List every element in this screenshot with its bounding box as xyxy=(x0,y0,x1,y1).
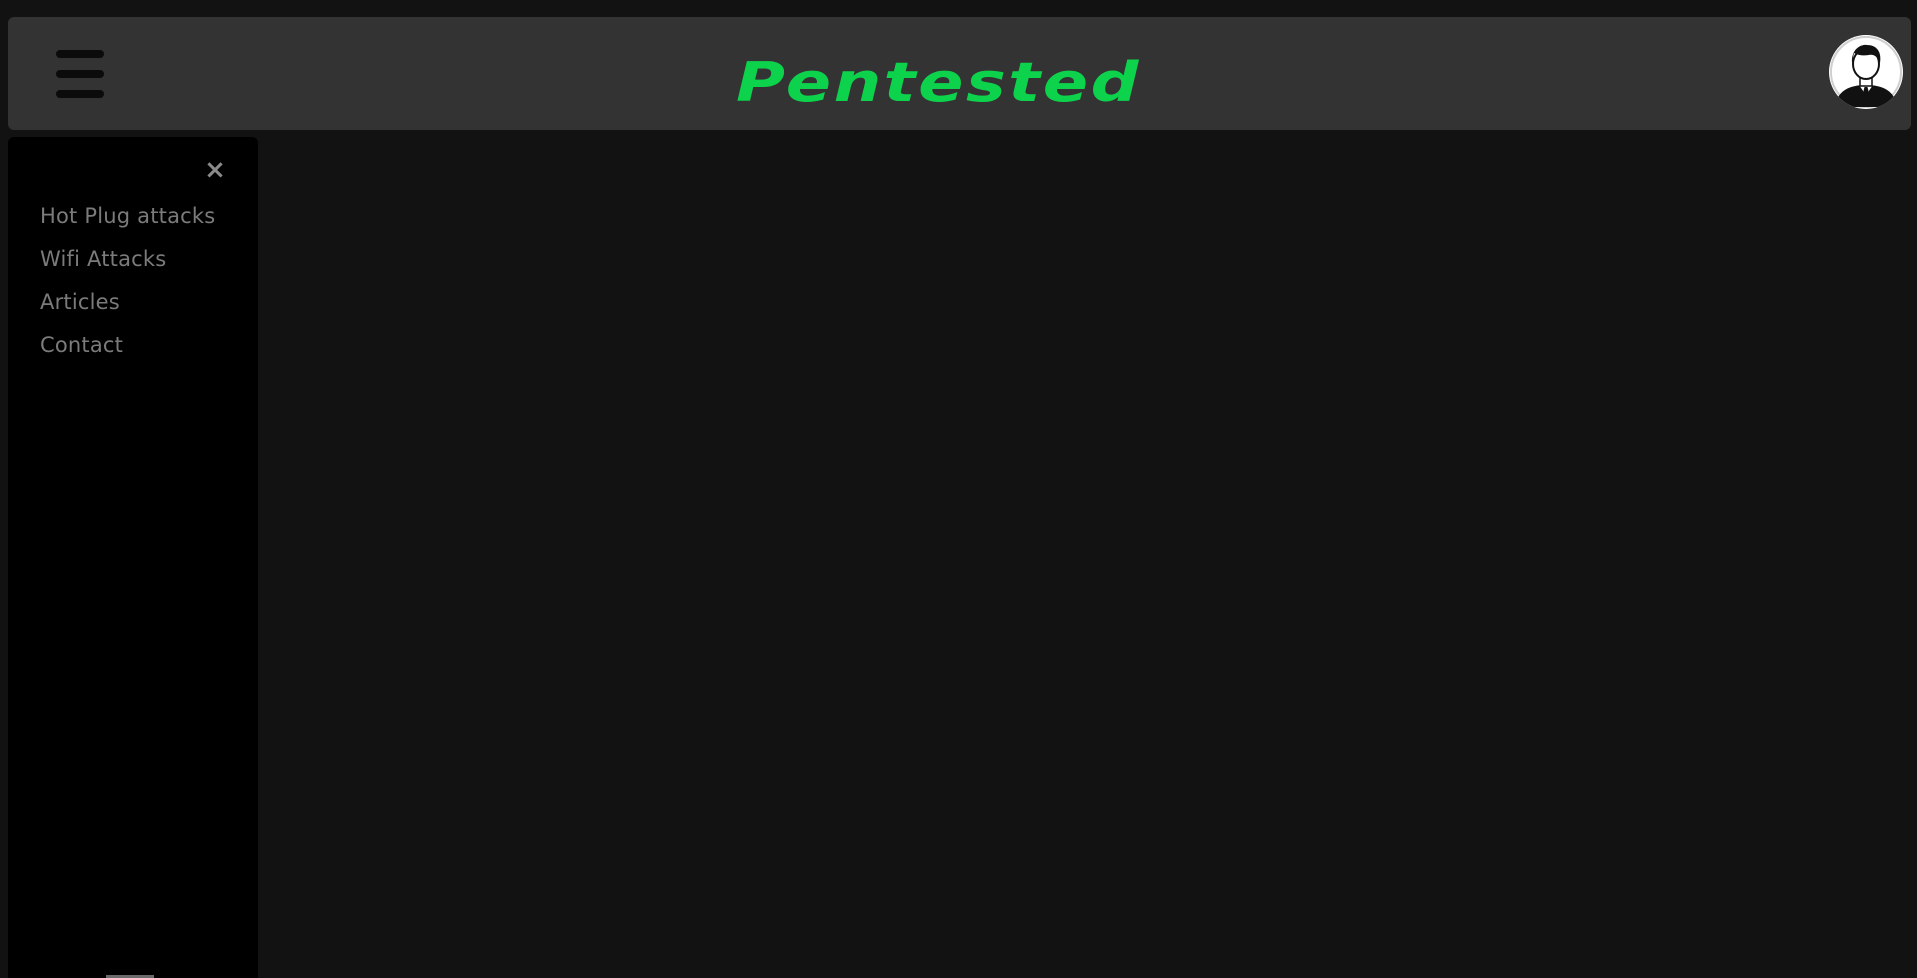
close-icon[interactable]: × xyxy=(202,157,228,183)
hamburger-bar xyxy=(56,90,104,98)
hamburger-menu-icon[interactable] xyxy=(48,45,112,103)
avatar-silhouette xyxy=(1830,36,1902,108)
user-avatar-icon[interactable] xyxy=(1829,35,1903,109)
page: Pentested × Hot Plug attacks Wifi Attack… xyxy=(0,0,1917,978)
sidebar-item-contact[interactable]: Contact xyxy=(40,328,215,371)
hamburger-bar xyxy=(56,50,104,58)
hamburger-bar xyxy=(56,70,104,78)
sidebar: × Hot Plug attacks Wifi Attacks Articles… xyxy=(8,137,258,978)
main-content xyxy=(258,137,1917,978)
sidebar-item-wifi-attacks[interactable]: Wifi Attacks xyxy=(40,242,215,285)
sidebar-nav: Hot Plug attacks Wifi Attacks Articles C… xyxy=(40,199,215,371)
brand-logo[interactable]: Pentested xyxy=(728,47,1148,109)
top-navbar: Pentested xyxy=(8,17,1911,130)
brand-title: Pentested xyxy=(736,51,1141,109)
sidebar-item-hot-plug-attacks[interactable]: Hot Plug attacks xyxy=(40,199,215,242)
sidebar-item-articles[interactable]: Articles xyxy=(40,285,215,328)
